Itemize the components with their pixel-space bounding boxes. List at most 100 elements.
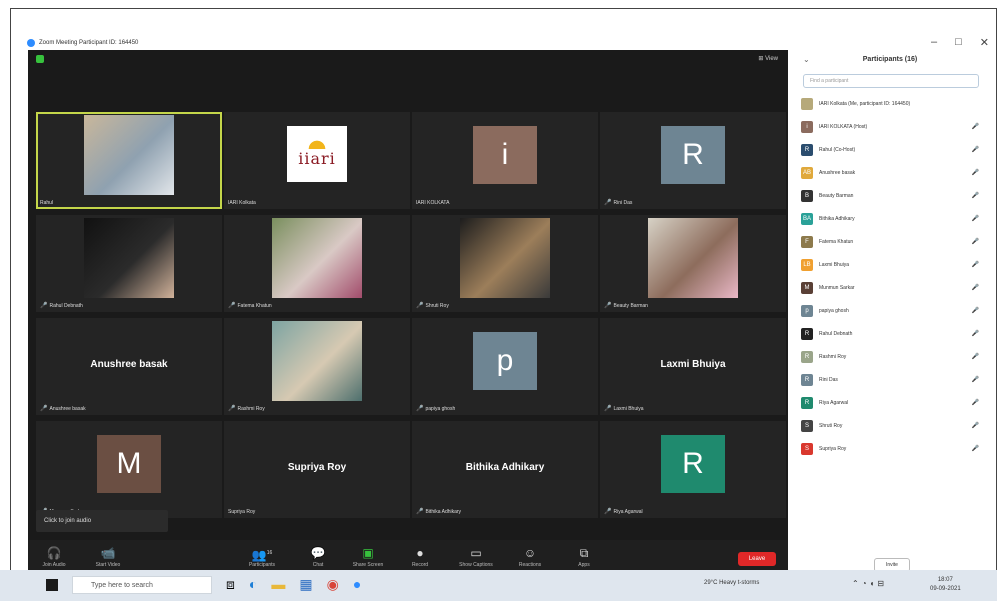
mic-muted-icon: 🎤 — [40, 303, 48, 309]
tile-name-label: 🎤 Bithika Adhikary — [416, 508, 462, 516]
reactions-icon: ☺ — [523, 546, 537, 560]
participant-video — [272, 217, 362, 298]
participant-row[interactable]: R Rashmi Roy 🎤 — [801, 345, 983, 368]
store-icon[interactable]: ▦ — [299, 576, 312, 593]
avatar: M — [97, 434, 161, 493]
tile-name-label: 🎤 Laxmi Bhuiya — [604, 405, 644, 413]
taskbar-search-input[interactable]: Type here to search — [72, 576, 212, 594]
participant-row[interactable]: R Rahul (Co-Host) 🎤 — [801, 138, 983, 161]
participant-name: IARI KOLKATA (Host) — [819, 123, 868, 130]
taskbar-clock[interactable]: 18:07 09-09-2021 — [930, 576, 961, 594]
system-tray-icons[interactable]: ⌃◔◖⊟ — [852, 579, 887, 588]
avatar: S — [801, 419, 813, 432]
participants-button[interactable]: 👥16 Participants — [240, 544, 284, 568]
participant-name: IARI Kolkata (Me, participant ID: 164450… — [819, 100, 911, 107]
show-captions-button[interactable]: ▭ Show Captions — [454, 544, 498, 568]
headphones-icon: 🎧 — [46, 546, 62, 560]
participant-video — [648, 217, 738, 298]
video-tile[interactable]: Supriya Roy Supriya Roy — [224, 421, 410, 518]
participant-row[interactable]: R Rahul Debnath 🎤 — [801, 322, 983, 345]
close-button[interactable]: ✕ — [980, 36, 989, 49]
video-tile[interactable]: i IARI KOLKATA — [412, 112, 598, 209]
participants-title: Participants (16) — [862, 56, 918, 63]
avatar: i — [801, 120, 813, 133]
window-controls: – □ ✕ — [931, 36, 989, 49]
participant-row[interactable]: IARI Kolkata (Me, participant ID: 164450… — [801, 92, 983, 115]
participant-video — [84, 114, 174, 195]
participant-row[interactable]: F Fatema Khatun 🎤 — [801, 230, 983, 253]
avatar: M — [801, 281, 813, 294]
video-tile[interactable]: Bithika Adhikary 🎤 Bithika Adhikary — [412, 421, 598, 518]
participant-name: Rahul (Co-Host) — [819, 146, 856, 153]
mic-status-icon: 🎤 — [971, 423, 979, 429]
task-view-icon[interactable]: ⧈ — [226, 576, 235, 593]
reactions-button[interactable]: ☺ Reactions — [508, 544, 552, 568]
video-tile[interactable]: iiari IARI Kolkata — [224, 112, 410, 209]
participant-search-input[interactable]: Find a participant — [803, 74, 979, 88]
participant-row[interactable]: R Riya Agarwal 🎤 — [801, 391, 983, 414]
mic-muted-icon: 🎤 — [604, 303, 612, 309]
participant-row[interactable]: AB Anushree basak 🎤 — [801, 161, 983, 184]
video-tile[interactable]: Anushree basak 🎤 Anushree basak — [36, 318, 222, 415]
file-explorer-icon[interactable]: ▬ — [271, 576, 285, 593]
participant-video — [84, 217, 174, 298]
video-tile[interactable]: 🎤 Shruti Roy — [412, 215, 598, 312]
zoom-icon — [27, 39, 35, 47]
video-tile[interactable]: p 🎤 papiya ghosh — [412, 318, 598, 415]
join-audio-button[interactable]: 🎧 Join Audio — [32, 544, 76, 568]
mic-status-icon: 🎤 — [971, 170, 979, 176]
mic-status-icon: 🎤 — [971, 400, 979, 406]
participant-row[interactable]: S Supriya Roy 🎤 — [801, 437, 983, 460]
avatar: i — [473, 125, 537, 184]
share-screen-button[interactable]: ▣ Share Screen — [346, 544, 390, 568]
chat-button[interactable]: 💬 Chat — [296, 544, 340, 568]
participant-row[interactable]: i IARI KOLKATA (Host) 🎤 — [801, 115, 983, 138]
join-audio-tooltip[interactable]: Click to join audio — [36, 510, 168, 532]
participant-row[interactable]: BA Bithika Adhikary 🎤 — [801, 207, 983, 230]
tile-name-label: Supriya Roy — [228, 509, 256, 515]
participant-row[interactable]: B Beauty Barman 🎤 — [801, 184, 983, 207]
video-tile[interactable]: 🎤 Rashmi Roy — [224, 318, 410, 415]
participant-name: Rahul Debnath — [819, 330, 853, 337]
participant-row[interactable]: R Rini Das 🎤 — [801, 368, 983, 391]
participant-row[interactable]: S Shruti Roy 🎤 — [801, 414, 983, 437]
windows-taskbar: Type here to search ⧈ ◐ ▬ ▦ ◉ ● 29°C Hea… — [0, 570, 997, 601]
video-tile[interactable]: R 🎤 Rini Das — [600, 112, 786, 209]
avatar: R — [801, 396, 813, 409]
participant-row[interactable]: p papiya ghosh 🎤 — [801, 299, 983, 322]
zoom-taskbar-icon[interactable]: ● — [353, 576, 361, 593]
participant-name: Laxmi Bhuiya — [819, 261, 850, 268]
video-off-icon: 📹 — [100, 546, 116, 560]
avatar: p — [473, 331, 537, 390]
start-video-button[interactable]: 📹 Start Video — [86, 544, 130, 568]
minimize-button[interactable]: – — [931, 36, 937, 49]
view-button[interactable]: ⊞ View — [758, 55, 778, 62]
video-tile[interactable]: 🎤 Rahul Debnath — [36, 215, 222, 312]
video-tile[interactable]: R 🎤 Riya Agarwal — [600, 421, 786, 518]
tile-name-label: 🎤 Rahul Debnath — [40, 302, 83, 310]
mic-status-icon: 🎤 — [971, 377, 979, 383]
avatar: R — [661, 434, 725, 493]
edge-icon[interactable]: ◐ — [249, 576, 257, 593]
maximize-button[interactable]: □ — [955, 36, 962, 49]
participant-row[interactable]: M Munmun Sarkar 🎤 — [801, 276, 983, 299]
avatar: R — [801, 350, 813, 363]
windows-start-icon[interactable] — [46, 579, 58, 591]
taskbar-app-icons: ⧈ ◐ ▬ ▦ ◉ ● — [226, 576, 361, 593]
video-tile[interactable]: M🎤Munmun Sarkar — [36, 421, 222, 518]
participant-video — [460, 217, 550, 298]
video-tile[interactable]: 🎤 Fatema Khatun — [224, 215, 410, 312]
weather-widget[interactable]: 29°C Heavy t-storms — [704, 580, 759, 586]
video-tile[interactable]: Laxmi Bhuiya 🎤 Laxmi Bhuiya — [600, 318, 786, 415]
video-tile[interactable]: 🎤 Beauty Barman — [600, 215, 786, 312]
mic-muted-icon: 🎤 — [416, 406, 424, 412]
apps-icon: ⧉ — [579, 546, 589, 560]
apps-button[interactable]: ⧉ Apps — [562, 544, 606, 568]
video-tile[interactable]: Rahul — [36, 112, 222, 209]
participant-name: Shruti Roy — [819, 422, 843, 429]
chrome-icon[interactable]: ◉ — [327, 576, 339, 593]
security-shield-icon[interactable] — [36, 55, 44, 63]
record-button[interactable]: ● Record — [398, 544, 442, 568]
leave-button[interactable]: Leave — [738, 552, 776, 566]
participant-row[interactable]: LB Laxmi Bhuiya 🎤 — [801, 253, 983, 276]
